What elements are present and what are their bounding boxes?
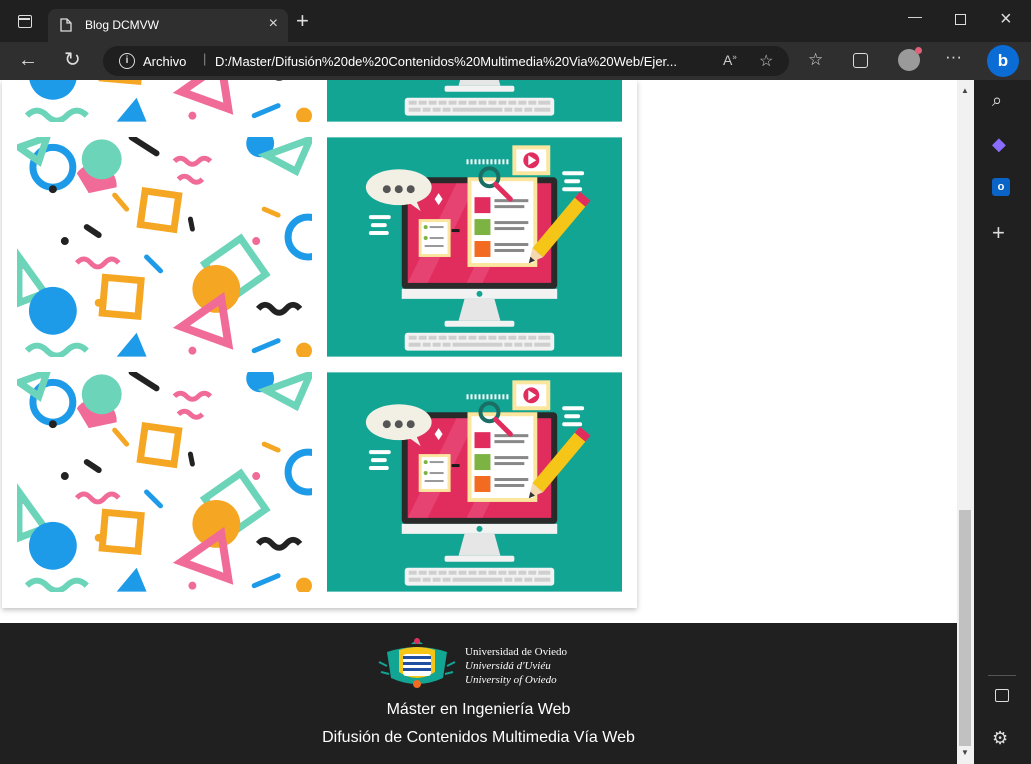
page-footer: Universidad de Oviedo Universidá d'Uviéu… — [0, 623, 957, 764]
info-icon[interactable]: i — [119, 53, 135, 69]
profile-avatar[interactable] — [898, 47, 922, 71]
browser-window: Blog DCMVW × + — × ← ↻ i Archivo | D:/Ma… — [0, 0, 1031, 764]
course-title: Difusión de Contenidos Multimedia Vía We… — [322, 729, 635, 746]
minimize-icon[interactable]: — — [908, 8, 922, 24]
sidebar-divider — [988, 675, 1016, 676]
close-window-icon[interactable]: × — [1000, 8, 1012, 31]
more-options-icon[interactable]: ··· — [945, 48, 962, 66]
page-icon — [60, 18, 72, 35]
sidebar-panel-icon[interactable] — [995, 689, 1009, 702]
university-name-en: University of Oviedo — [465, 674, 557, 686]
tab-active[interactable]: Blog DCMVW × — [48, 9, 288, 42]
tab-title: Blog DCMVW — [85, 18, 160, 32]
bing-icon[interactable]: b — [987, 45, 1019, 77]
close-tab-icon[interactable]: × — [269, 15, 278, 33]
address-scheme: Archivo — [143, 54, 187, 69]
new-tab-icon[interactable]: + — [296, 10, 309, 32]
university-name-es: Universidad de Oviedo — [465, 646, 568, 658]
university-name-ast: Universidá d'Uviéu — [465, 660, 551, 672]
browser-toolbar: ← ↻ i Archivo | D:/Master/Difusión%20de%… — [0, 42, 1031, 80]
favorites-icon[interactable]: ☆ — [808, 51, 823, 69]
scroll-down-icon[interactable]: ▼ — [961, 748, 969, 757]
search-icon[interactable]: ⌕ — [992, 90, 1002, 111]
outlook-icon[interactable]: o — [992, 178, 1010, 196]
gallery-image-computer — [327, 137, 622, 357]
collections-icon[interactable] — [853, 53, 868, 68]
address-bar[interactable]: i Archivo | D:/Master/Difusión%20de%20Co… — [103, 46, 789, 76]
maximize-icon[interactable] — [955, 14, 966, 25]
tab-actions-icon[interactable] — [18, 15, 32, 28]
gallery-image-computer — [327, 372, 622, 592]
refresh-icon[interactable]: ↻ — [64, 50, 81, 70]
gallery-image-confetti — [17, 137, 312, 357]
university-name: Universidad de Oviedo Universidá d'Uviéu… — [465, 645, 567, 687]
tab-strip: Blog DCMVW × + — × — [0, 0, 1031, 42]
edge-sidebar: ⌕ ◆ o + ⚙ — [974, 80, 1031, 764]
scroll-up-icon[interactable]: ▲ — [961, 86, 969, 95]
master-title: Máster en Ingeniería Web — [386, 701, 571, 718]
copilot-icon[interactable]: ◆ — [992, 134, 1006, 155]
vertical-scrollbar[interactable]: ▲ ▼ — [957, 80, 974, 764]
page-viewport: Universidad de Oviedo Universidá d'Uviéu… — [0, 80, 957, 764]
gallery-image-computer — [327, 80, 622, 122]
gallery-card — [2, 80, 637, 608]
gallery-image-confetti — [17, 372, 312, 592]
scrollbar-thumb[interactable] — [959, 510, 971, 746]
address-separator: | — [203, 51, 207, 66]
settings-icon[interactable]: ⚙ — [992, 728, 1008, 749]
read-aloud-icon[interactable]: A» — [723, 52, 737, 68]
add-sidebar-app-icon[interactable]: + — [992, 220, 1005, 246]
university-crest-logo — [377, 632, 457, 697]
address-url[interactable]: D:/Master/Difusión%20de%20Contenidos%20M… — [215, 54, 715, 69]
add-favorite-icon[interactable]: ☆ — [759, 51, 773, 71]
back-icon[interactable]: ← — [18, 50, 38, 70]
gallery-image-confetti — [17, 80, 312, 122]
